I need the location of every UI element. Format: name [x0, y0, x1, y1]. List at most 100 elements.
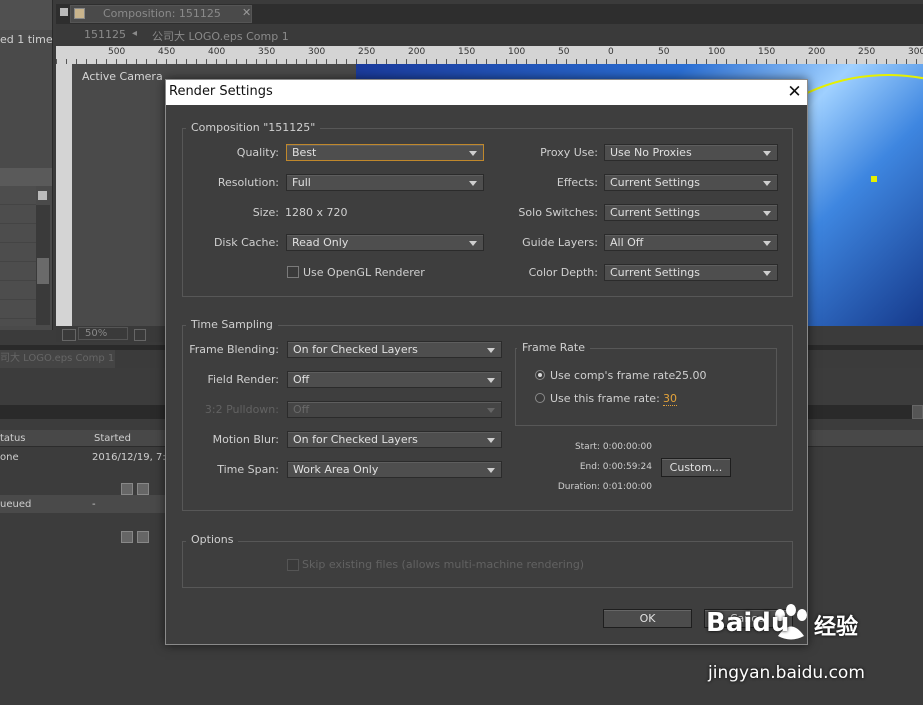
ruler-label: 100 — [708, 47, 726, 57]
remove-output-icon-2[interactable] — [137, 531, 149, 543]
ruler-label: 100 — [508, 47, 526, 57]
watermark-url: jingyan.baidu.com — [708, 663, 865, 683]
chevron-down-icon — [487, 348, 495, 353]
guide-layers-select[interactable]: All Off — [604, 234, 778, 251]
breadcrumb-arrow-icon: ◂ — [132, 28, 138, 39]
grid-icon[interactable] — [134, 329, 146, 341]
column-started[interactable]: Started — [94, 433, 131, 444]
ruler-label: 200 — [408, 47, 426, 57]
chevron-down-icon — [763, 271, 771, 276]
viewer-camera-label: Active Camera — [82, 70, 163, 83]
render-settings-dialog: Render Settings ✕ Composition "151125" Q… — [165, 79, 808, 645]
ruler-label: 150 — [758, 47, 776, 57]
ruler-label: 50 — [558, 47, 570, 57]
add-output-icon-2[interactable] — [121, 531, 133, 543]
time-span-value: Work Area Only — [293, 463, 379, 476]
ruler-label: 250 — [358, 47, 376, 57]
motion-blur-select[interactable]: On for Checked Layers — [287, 431, 502, 448]
breadcrumb-item-logo[interactable]: 公司大 LOGO.eps Comp 1 — [152, 28, 289, 44]
solo-select[interactable]: Current Settings — [604, 204, 778, 221]
zoom-select[interactable]: 50% — [78, 327, 128, 340]
opengl-label[interactable]: Use OpenGL Renderer — [303, 266, 425, 279]
baidu-watermark: Baidu 经验 jingyan.baidu.com — [706, 603, 906, 693]
composition-group-title: Composition "151125" — [186, 121, 321, 134]
lock-icon[interactable] — [74, 8, 85, 19]
resolution-value: Full — [292, 176, 311, 189]
use-comp-rate-radio[interactable] — [535, 370, 545, 380]
pulldown-select: Off — [287, 401, 502, 418]
custom-button[interactable]: Custom... — [661, 458, 731, 477]
ruler-label: 400 — [208, 47, 226, 57]
horizontal-ruler — [56, 46, 923, 65]
project-list[interactable] — [0, 186, 36, 326]
disk-cache-label: Disk Cache: — [213, 236, 279, 249]
frame-blending-value: On for Checked Layers — [293, 343, 418, 356]
color-depth-select[interactable]: Current Settings — [604, 264, 778, 281]
time-sampling-title: Time Sampling — [186, 318, 278, 331]
project-scroll-thumb[interactable] — [37, 258, 49, 284]
ok-button[interactable]: OK — [603, 609, 692, 628]
chevron-down-icon — [763, 241, 771, 246]
quality-label: Quality: — [236, 146, 279, 159]
proxy-select[interactable]: Use No Proxies — [604, 144, 778, 161]
close-icon[interactable]: ✕ — [782, 80, 807, 105]
opengl-checkbox[interactable] — [287, 266, 299, 278]
time-span-select[interactable]: Work Area Only — [287, 461, 502, 478]
effects-select[interactable]: Current Settings — [604, 174, 778, 191]
panel-menu-icon[interactable] — [60, 8, 68, 16]
guide-layers-value: All Off — [610, 236, 644, 249]
quality-value: Best — [292, 146, 317, 159]
queue-row-2-status: ueued — [0, 499, 32, 510]
remove-output-icon[interactable] — [137, 483, 149, 495]
disk-cache-value: Read Only — [292, 236, 349, 249]
close-tab-icon[interactable]: ✕ — [242, 6, 251, 19]
skip-existing-label: Skip existing files (allows multi-machin… — [302, 558, 585, 571]
solo-value: Current Settings — [610, 206, 700, 219]
tab-render-queue[interactable]: 司大 LOGO.eps Comp 1 — [0, 350, 115, 368]
ruler-label: 250 — [858, 47, 876, 57]
ruler-label: 150 — [458, 47, 476, 57]
this-rate-input[interactable]: 30 — [663, 392, 677, 406]
comp-rate-value: 25.00 — [675, 369, 707, 382]
effects-label: Effects: — [556, 176, 598, 189]
project-panel-text: ed 1 time — [0, 33, 53, 46]
disk-cache-select[interactable]: Read Only — [286, 234, 484, 251]
ruler-label: 350 — [258, 47, 276, 57]
render-button[interactable] — [912, 405, 923, 419]
quality-select[interactable]: Best — [286, 144, 484, 161]
chevron-down-icon — [469, 181, 477, 186]
resolution-label: Resolution: — [217, 176, 279, 189]
pulldown-label: 3:2 Pulldown: — [204, 403, 279, 416]
proxy-label: Proxy Use: — [540, 146, 598, 159]
duration-time: Duration: 0:01:00:00 — [557, 482, 652, 492]
flowchart-icon[interactable] — [38, 191, 47, 200]
field-render-label: Field Render: — [207, 373, 279, 386]
solo-label: Solo Switches: — [518, 206, 598, 219]
size-label: Size: — [252, 206, 279, 219]
options-title: Options — [186, 533, 239, 546]
watermark-brand: Baidu — [706, 608, 790, 638]
frame-rate-group — [515, 348, 777, 426]
ruler-label: 200 — [808, 47, 826, 57]
chevron-down-icon — [469, 151, 477, 156]
resolution-select[interactable]: Full — [286, 174, 484, 191]
breadcrumb-item-comp[interactable]: 151125 — [84, 28, 126, 41]
tab-composition[interactable]: Composition: 151125 — [70, 5, 252, 23]
pulldown-value: Off — [293, 403, 310, 416]
use-comp-rate-label[interactable]: Use comp's frame rate — [550, 369, 675, 382]
field-render-select[interactable]: Off — [287, 371, 502, 388]
use-this-rate-label[interactable]: Use this frame rate: — [550, 392, 660, 405]
ruler-label: 0 — [608, 47, 614, 57]
dialog-title: Render Settings — [169, 84, 273, 99]
chevron-down-icon — [763, 211, 771, 216]
add-output-icon[interactable] — [121, 483, 133, 495]
frame-blending-select[interactable]: On for Checked Layers — [287, 341, 502, 358]
monitor-icon[interactable] — [62, 329, 76, 341]
skip-existing-checkbox — [287, 559, 299, 571]
ruler-label: 50 — [658, 47, 670, 57]
ruler-label: 300 — [908, 47, 923, 57]
motion-blur-label: Motion Blur: — [212, 433, 279, 446]
column-status[interactable]: tatus — [0, 433, 26, 444]
use-this-rate-radio[interactable] — [535, 393, 545, 403]
frame-rate-title: Frame Rate — [517, 341, 590, 354]
